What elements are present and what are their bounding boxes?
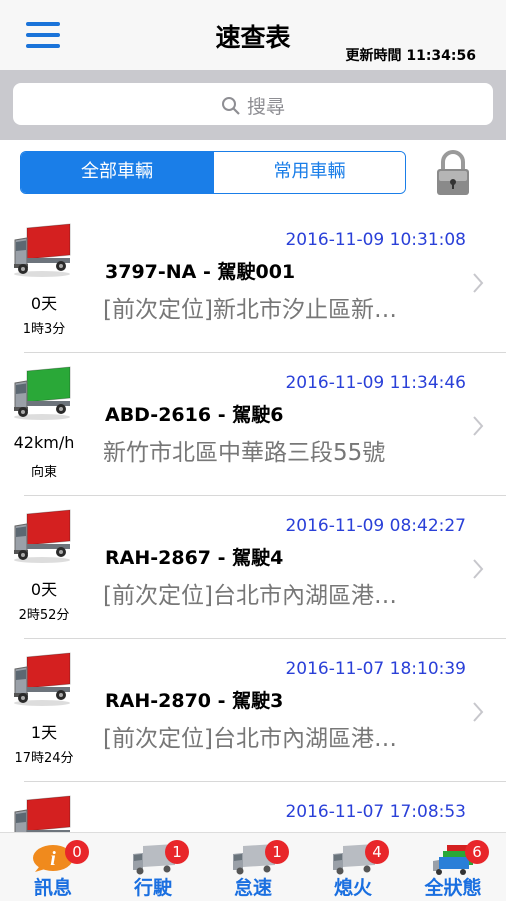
vehicle-filter-segment: 全部車輛 常用車輛: [20, 151, 406, 194]
vehicle-row[interactable]: 1天 17時24分 2016-11-07 18:10:39 RAH-2870 - 駕駛…: [0, 639, 506, 782]
tab-label: 全狀態: [424, 877, 482, 899]
tab-label: 熄火: [333, 877, 372, 899]
vehicle-speed: 0天: [30, 580, 58, 599]
vehicle-row[interactable]: 2016-11-07 17:08:53: [0, 782, 506, 832]
vehicle-address: [前次定位]台北市內湖區港…: [103, 583, 397, 609]
truck-icon: [11, 794, 73, 832]
chevron-right-icon: [473, 702, 484, 722]
update-time: 更新時間 11:34:56: [345, 48, 476, 64]
vehicle-address: 新竹市北區中華路三段55號: [103, 440, 386, 466]
tab-item[interactable]: 1 行駛: [103, 833, 203, 901]
truck-icon: [11, 222, 73, 282]
tab-item[interactable]: 4 熄火: [303, 833, 403, 901]
vehicle-timestamp: 2016-11-07 18:10:39: [285, 659, 466, 679]
truck-icon: [11, 651, 73, 711]
vehicle-name: RAH-2870 - 駕駛3: [105, 690, 284, 712]
vehicle-speed: 1天: [30, 723, 58, 742]
tab-badge: 0: [65, 840, 89, 864]
vehicle-speed: 42km/h: [13, 433, 75, 452]
truck-icon: [11, 365, 73, 425]
segment-all-vehicles[interactable]: 全部車輛: [21, 152, 213, 193]
vehicle-status-detail: 17時24分: [14, 751, 74, 766]
search-placeholder: 搜尋: [246, 96, 285, 118]
tab-badge: 1: [165, 840, 189, 864]
vehicle-row[interactable]: 0天 2時52分 2016-11-09 08:42:27 RAH-2867 - 駕駛4…: [0, 496, 506, 639]
search-icon: [221, 97, 240, 115]
tab-badge: 6: [465, 840, 489, 864]
chevron-right-icon: [473, 559, 484, 579]
tab-label: 行駛: [133, 877, 172, 899]
search-input[interactable]: 搜尋: [13, 83, 493, 125]
nav-bar: 速查表 更新時間 11:34:56: [0, 0, 506, 70]
vehicle-list: 0天 1時3分 2016-11-09 10:31:08 3797-NA - 駕駛001…: [0, 210, 506, 832]
vehicle-address: [前次定位]新北市汐止區新…: [103, 297, 397, 323]
tab-label: 怠速: [233, 877, 272, 899]
search-bar: 搜尋: [0, 70, 506, 140]
tab-bar: i 0 訊息 1 行駛 1 怠速 4 熄火 6 全狀態: [0, 832, 506, 901]
truck-icon: [11, 508, 73, 568]
tab-item[interactable]: 1 怠速: [203, 833, 303, 901]
vehicle-speed: 0天: [30, 294, 58, 313]
svg-text:i: i: [50, 848, 56, 870]
vehicle-address: [前次定位]台北市內湖區港…: [103, 726, 397, 752]
lock-icon[interactable]: [434, 148, 472, 196]
vehicle-timestamp: 2016-11-09 08:42:27: [285, 516, 466, 536]
vehicle-status-detail: 1時3分: [22, 322, 66, 337]
vehicle-row[interactable]: 42km/h 向東 2016-11-09 11:34:46 ABD-2616 - 駕駛…: [0, 353, 506, 496]
vehicle-status-detail: 2時52分: [18, 608, 70, 623]
tab-badge: 1: [265, 840, 289, 864]
tab-item[interactable]: 6 全狀態: [403, 833, 503, 901]
vehicle-name: ABD-2616 - 駕駛6: [105, 404, 284, 426]
tab-badge: 4: [365, 840, 389, 864]
vehicle-row[interactable]: 0天 1時3分 2016-11-09 10:31:08 3797-NA - 駕駛001…: [0, 210, 506, 353]
segment-favorite-vehicles[interactable]: 常用車輛: [213, 152, 405, 193]
vehicle-name: 3797-NA - 駕駛001: [105, 261, 296, 283]
chevron-right-icon: [473, 273, 484, 293]
vehicle-timestamp: 2016-11-07 17:08:53: [285, 802, 466, 822]
vehicle-timestamp: 2016-11-09 11:34:46: [285, 373, 466, 393]
tab-label: 訊息: [33, 877, 72, 899]
tab-item[interactable]: i 0 訊息: [3, 833, 103, 901]
vehicle-name: RAH-2867 - 駕駛4: [105, 547, 284, 569]
vehicle-status-detail: 向東: [30, 465, 57, 480]
vehicle-timestamp: 2016-11-09 10:31:08: [285, 230, 466, 250]
chevron-right-icon: [473, 416, 484, 436]
